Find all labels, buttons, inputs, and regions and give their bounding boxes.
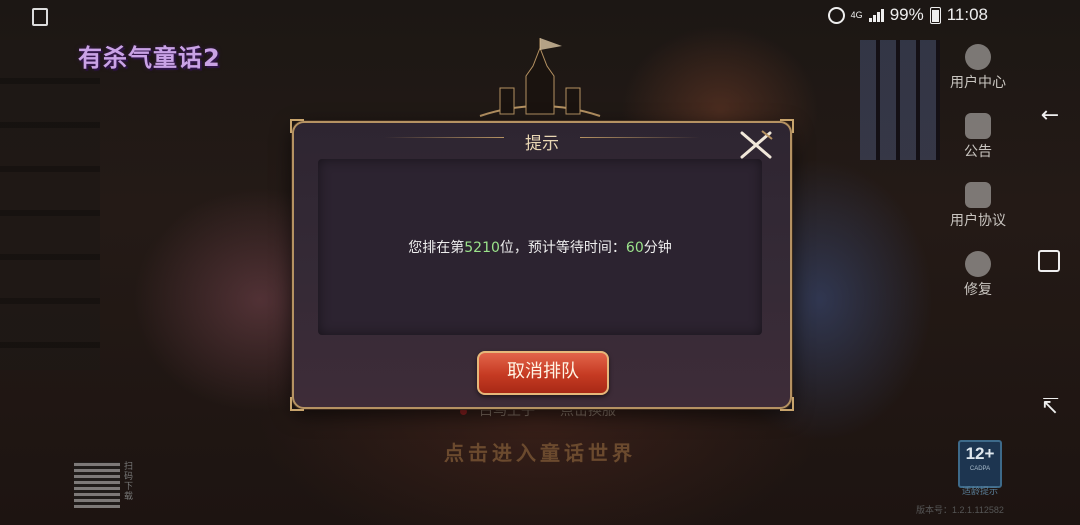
overview-icon[interactable] bbox=[1038, 250, 1060, 272]
battery-percent: 99% bbox=[889, 5, 924, 24]
close-icon[interactable] bbox=[736, 127, 776, 161]
bookshelf-decoration bbox=[0, 40, 100, 370]
menu-label: 用户中心 bbox=[950, 75, 1006, 91]
repair-icon bbox=[965, 251, 991, 277]
queue-dialog: 提示 您排在第5210位，预计等待时间：60分钟 取消排队 bbox=[290, 119, 794, 411]
message-prefix: 您排在第 bbox=[408, 240, 465, 256]
age-rating-number: 12+ bbox=[965, 444, 995, 463]
frame-corner bbox=[780, 397, 794, 411]
user-icon bbox=[965, 44, 991, 70]
clock: 11:08 bbox=[946, 5, 988, 24]
dialog-content-panel: 您排在第5210位，预计等待时间：60分钟 bbox=[318, 159, 762, 335]
menu-user-center[interactable]: 用户中心 bbox=[942, 44, 1014, 113]
back-arrow-icon[interactable]: ← bbox=[1038, 104, 1062, 128]
status-right: 4G 99% 11:08 bbox=[827, 5, 988, 25]
menu-repair[interactable]: 修复 bbox=[942, 251, 1014, 320]
queue-message: 您排在第5210位，预计等待时间：60分钟 bbox=[318, 237, 762, 257]
network-type: 4G bbox=[850, 10, 863, 20]
qr-label: 扫码下载 bbox=[124, 462, 134, 502]
enter-game-button[interactable]: 点击进入童话世界 bbox=[0, 437, 1080, 466]
menu-user-agreement[interactable]: 用户协议 bbox=[942, 182, 1014, 251]
window-decoration bbox=[860, 40, 940, 160]
qr-code-icon bbox=[74, 462, 120, 508]
battery-icon bbox=[929, 6, 941, 24]
version-label: 版本号：1.2.1.112582 bbox=[916, 505, 1004, 515]
signal-icon bbox=[868, 8, 884, 22]
status-bar: 4G 99% 11:08 bbox=[0, 0, 1080, 30]
side-menu: 用户中心 公告 用户协议 修复 bbox=[942, 44, 1014, 320]
message-suffix: 分钟 bbox=[643, 240, 672, 256]
menu-label: 公告 bbox=[964, 144, 992, 160]
megaphone-icon bbox=[965, 113, 991, 139]
menu-label: 修复 bbox=[964, 282, 992, 298]
id-card-icon bbox=[965, 182, 991, 208]
message-mid: 位，预计等待时间： bbox=[499, 240, 626, 256]
dialog-title: 提示 bbox=[525, 134, 559, 154]
queue-rank: 5210 bbox=[464, 240, 500, 256]
menu-label: 用户协议 bbox=[950, 213, 1006, 229]
age-rating-badge[interactable]: 12+ CADPA bbox=[958, 440, 1002, 488]
notification-icon bbox=[32, 8, 48, 26]
game-logo: 有杀气童话2 bbox=[78, 44, 221, 72]
cancel-queue-button[interactable]: 取消排队 bbox=[477, 351, 609, 395]
menu-announcement[interactable]: 公告 bbox=[942, 113, 1014, 182]
wait-minutes: 60 bbox=[625, 240, 644, 256]
castle-ornament bbox=[479, 38, 601, 117]
age-rating-org: CADPA bbox=[969, 466, 991, 472]
recent-apps-icon[interactable]: ↸ bbox=[1038, 396, 1062, 420]
alarm-icon bbox=[827, 6, 845, 24]
frame-corner bbox=[290, 397, 304, 411]
age-tip: 适龄提示 bbox=[961, 487, 998, 497]
